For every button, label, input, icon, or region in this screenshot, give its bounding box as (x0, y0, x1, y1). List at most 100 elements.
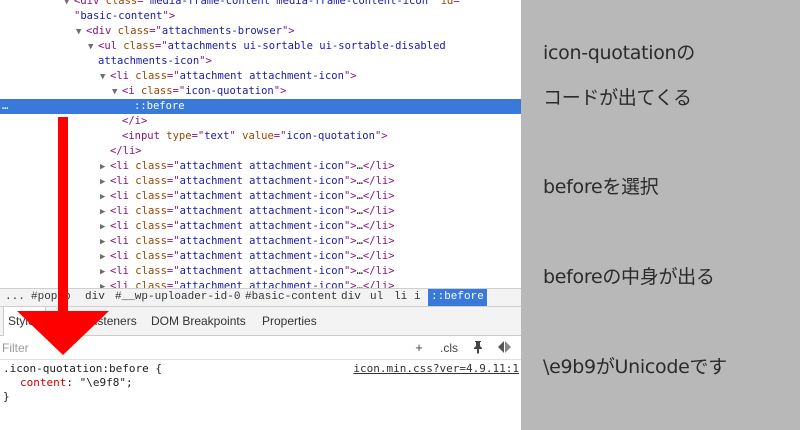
expand-triangle-closed-icon[interactable]: ▶ (100, 265, 110, 280)
dom-token-val: attachment attachment-icon (179, 205, 344, 217)
expand-triangle-closed-icon[interactable]: ▶ (100, 175, 110, 190)
dom-token-tag: </li> (362, 175, 395, 187)
dom-node[interactable]: ▼ <ul class="attachments ui-sortable ui-s… (0, 39, 521, 54)
breadcrumb-item-basic-content[interactable]: #basic-content (242, 289, 340, 306)
dom-node[interactable]: ▼ <div class="media-frame-content media-f… (0, 0, 521, 9)
dom-token-tag: <li (110, 175, 136, 187)
dom-token-tag: <li (110, 250, 136, 262)
dom-node[interactable]: ▼ <div class="attachments-browser"> (0, 24, 521, 39)
dom-node[interactable]: ▶ <li class="attachment attachment-icon">… (0, 189, 521, 204)
dom-token-tag: "> (343, 190, 357, 202)
dom-node[interactable]: ▶ <li class="attachment attachment-icon">… (0, 174, 521, 189)
dom-token-tag: = (453, 0, 460, 7)
dom-token-tag: </li> (362, 280, 395, 288)
dom-node[interactable]: ▶ <li class="attachment attachment-icon">… (0, 204, 521, 219)
breadcrumb-item-div-2[interactable]: div (338, 289, 364, 306)
dom-token-val: attachment attachment-icon (179, 175, 344, 187)
cls-toggle-button[interactable]: .cls (436, 340, 462, 356)
dom-token-val: attachment attachment-icon (179, 280, 344, 288)
dom-token-tag: "> (281, 25, 295, 37)
rule-property-name[interactable]: content (20, 376, 66, 389)
dom-node[interactable]: "basic-content"> (0, 9, 521, 24)
dom-token-attr: class (123, 40, 155, 52)
dom-token-tag: =" (166, 70, 180, 82)
filter-input[interactable] (2, 339, 382, 357)
dom-token-attr: id (440, 0, 454, 7)
dom-node[interactable]: ▼ <li class="attachment attachment-icon"> (0, 69, 521, 84)
breadcrumb-item-popup[interactable]: #popup (28, 289, 74, 306)
rule-declaration[interactable]: content: "\e9f8"; (20, 376, 133, 390)
expand-triangle-closed-icon[interactable]: ▶ (100, 235, 110, 250)
dom-node[interactable]: ▶ <li class="attachment attachment-icon">… (0, 159, 521, 174)
dom-token-tag: "> (273, 85, 287, 97)
toggle-color-format-icon[interactable] (497, 340, 513, 356)
breadcrumb-item-i[interactable]: i (411, 289, 424, 306)
breadcrumb-item-li[interactable]: li (391, 289, 410, 306)
dom-token-attr: class (135, 175, 167, 187)
dom-node[interactable]: ▼ <i class="icon-quotation"> (0, 84, 521, 99)
dom-token-attr: class (117, 25, 150, 37)
dom-token-tag: "> (343, 235, 357, 247)
dom-token-val: attachments-icon (98, 55, 200, 67)
rule-source-link[interactable]: icon.min.css?ver=4.9.11:1 (353, 362, 519, 375)
breadcrumb-item-uploader[interactable]: #__wp-uploader-id-0 (112, 289, 243, 306)
dom-node-selected[interactable]: …::before (0, 99, 521, 114)
expand-triangle-closed-icon[interactable]: ▶ (100, 280, 110, 288)
expand-triangle-closed-icon[interactable]: ▶ (100, 205, 110, 220)
expand-triangle-closed-icon[interactable]: ▶ (100, 190, 110, 205)
tab-dom-breakpoints[interactable]: DOM Breakpoints (147, 307, 250, 336)
dom-node[interactable]: </i> (0, 114, 521, 129)
expand-triangle-open-icon[interactable]: ▼ (112, 85, 122, 100)
add-rule-button[interactable]: + (413, 340, 425, 356)
dom-token-pseudo: ::before (134, 100, 185, 112)
expand-triangle-open-icon[interactable]: ▼ (76, 25, 86, 40)
tab-styles[interactable]: Styles (3, 307, 46, 336)
dom-node[interactable]: ▶ <li class="attachment attachment-icon">… (0, 279, 521, 288)
dom-token-tag: <li (110, 190, 136, 202)
dom-token-tag: <input (122, 130, 167, 142)
selected-node-dots[interactable]: … (2, 99, 8, 114)
dom-token-tag: " (229, 130, 243, 142)
expand-triangle-open-icon[interactable]: ▼ (88, 40, 98, 55)
rule-selector[interactable]: .icon-quotation:before { (3, 362, 162, 376)
expand-triangle-closed-icon[interactable]: ▶ (100, 160, 110, 175)
dom-token-tag: </li> (362, 190, 395, 202)
dom-token-tag: <li (110, 160, 136, 172)
dom-token-tag: "> (199, 55, 212, 67)
dom-node[interactable]: ▶ <li class="attachment attachment-icon">… (0, 219, 521, 234)
breadcrumb-item-ul[interactable]: ul (367, 289, 386, 306)
dom-token-val: attachment attachment-icon (179, 190, 344, 202)
dom-token-tag: <i (122, 85, 141, 97)
dom-node[interactable]: attachments-icon"> (0, 54, 521, 69)
rule-property-value[interactable]: "\e9f8"; (80, 376, 133, 389)
dom-token-tag: <li (110, 70, 136, 82)
dom-token-tag: "> (343, 70, 357, 82)
caption-line-3: beforeを選択 (543, 176, 659, 198)
caption-line-2: コードが出てくる (543, 87, 692, 109)
expand-triangle-closed-icon[interactable]: ▶ (100, 220, 110, 235)
dom-node[interactable]: ▶ <li class="attachment attachment-icon">… (0, 264, 521, 279)
dom-node[interactable]: ▶ <li class="attachment attachment-icon">… (0, 249, 521, 264)
dom-token-attr: value (242, 130, 274, 142)
pin-icon[interactable] (471, 340, 485, 356)
sidebar-tab-bar: Styles Event Listeners DOM Breakpoints P… (0, 307, 521, 336)
dom-token-tag: </li> (362, 160, 395, 172)
dom-node[interactable]: </li> (0, 144, 521, 159)
rule-colon: : (66, 376, 80, 389)
tab-properties[interactable]: Properties (258, 307, 321, 336)
dom-token-tag: </li> (362, 205, 395, 217)
tab-event-listeners[interactable]: Event Listeners (50, 307, 141, 336)
caption-line-4: beforeの中身が出る (543, 266, 715, 288)
breadcrumb-item-before[interactable]: ::before (428, 289, 487, 306)
expand-triangle-closed-icon[interactable]: ▶ (100, 250, 110, 265)
breadcrumb-item-ellipsis[interactable]: ... (2, 289, 28, 306)
expand-triangle-open-icon[interactable]: ▼ (100, 70, 110, 85)
dom-token-tag: "> (343, 265, 357, 277)
breadcrumb-item-div[interactable]: div (82, 289, 108, 306)
dom-node[interactable]: ▶ <li class="attachment attachment-icon">… (0, 234, 521, 249)
dom-token-attr: class (135, 250, 167, 262)
dom-node[interactable]: <input type="text" value="icon-quotation… (0, 129, 521, 144)
dom-token-tag: </li> (362, 265, 395, 277)
dom-token-tag: =" (137, 0, 150, 7)
dom-token-attr: class (135, 190, 167, 202)
